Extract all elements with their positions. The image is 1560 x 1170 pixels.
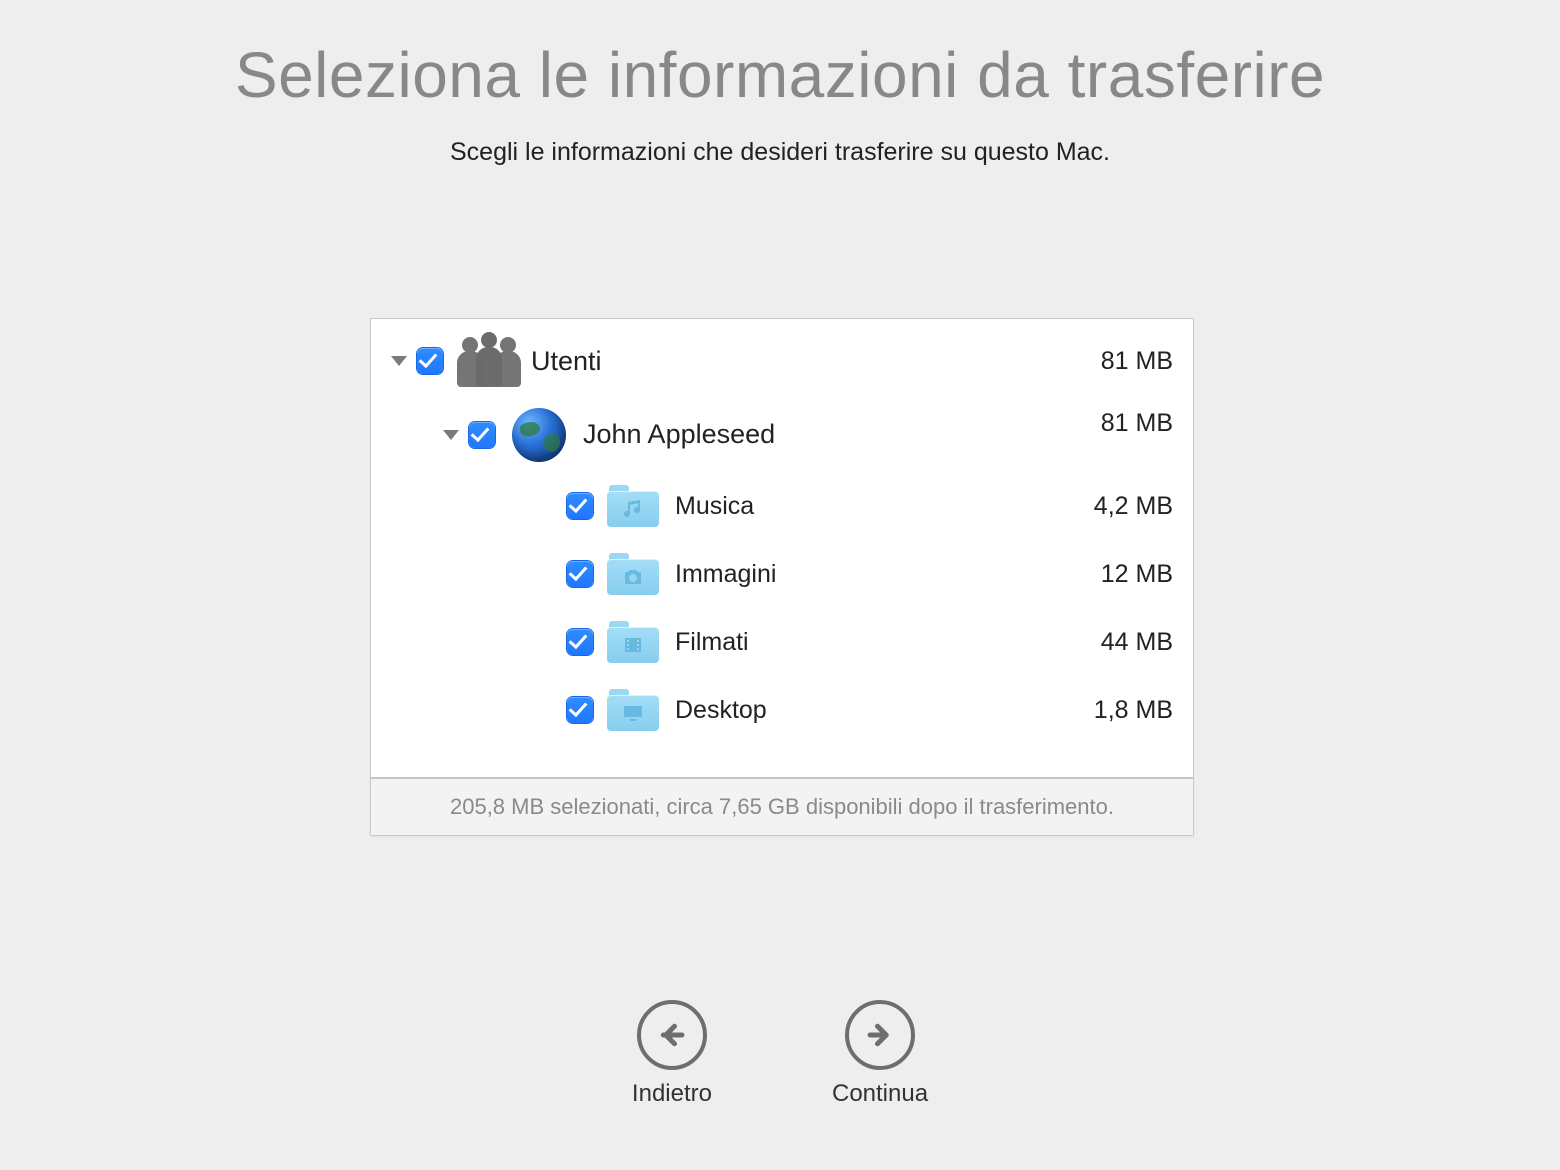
tree-label: Utenti: [531, 346, 1101, 377]
checkbox-item[interactable]: [567, 697, 593, 723]
transfer-panel: Utenti 81 MB John Appleseed 81 MB: [370, 318, 1194, 836]
tree-row-users[interactable]: Utenti 81 MB: [371, 319, 1193, 397]
tree-label: John Appleseed: [583, 419, 1101, 450]
folder-movies-icon: [607, 621, 659, 663]
continue-button-label: Continua: [832, 1080, 928, 1108]
tree-row-user[interactable]: John Appleseed 81 MB: [371, 397, 1193, 472]
checkbox-item[interactable]: [567, 629, 593, 655]
arrow-right-icon: [845, 1000, 915, 1070]
tree-row-item[interactable]: Musica 4,2 MB: [371, 472, 1193, 540]
tree-label: Immagini: [675, 560, 1101, 589]
disclosure-triangle-icon[interactable]: [443, 430, 459, 440]
tree-row-item[interactable]: Immagini 12 MB: [371, 540, 1193, 608]
continue-button[interactable]: Continua: [832, 1000, 928, 1108]
folder-desktop-icon: [607, 689, 659, 731]
checkbox-item[interactable]: [567, 493, 593, 519]
checkbox-user[interactable]: [469, 422, 495, 448]
tree-size: 81 MB: [1101, 409, 1173, 438]
globe-avatar-icon: [509, 405, 569, 465]
tree-size: 1,8 MB: [1094, 696, 1173, 725]
selection-status-text: 205,8 MB selezionati, circa 7,65 GB disp…: [450, 794, 1114, 820]
folder-photos-icon: [607, 553, 659, 595]
tree-label: Desktop: [675, 696, 1094, 725]
back-button[interactable]: Indietro: [632, 1000, 712, 1108]
tree-row-item[interactable]: Desktop 1,8 MB: [371, 676, 1193, 744]
selection-status-bar: 205,8 MB selezionati, circa 7,65 GB disp…: [371, 777, 1193, 835]
tree-label: Filmati: [675, 628, 1101, 657]
tree-size: 4,2 MB: [1094, 492, 1173, 521]
nav-buttons: Indietro Continua: [0, 1000, 1560, 1108]
tree-label: Musica: [675, 492, 1094, 521]
folder-music-icon: [607, 485, 659, 527]
tree-size: 81 MB: [1101, 347, 1173, 376]
arrow-left-icon: [637, 1000, 707, 1070]
back-button-label: Indietro: [632, 1080, 712, 1108]
checkbox-item[interactable]: [567, 561, 593, 587]
disclosure-triangle-icon[interactable]: [391, 356, 407, 366]
users-group-icon: [457, 331, 517, 391]
tree-size: 12 MB: [1101, 560, 1173, 589]
transfer-tree[interactable]: Utenti 81 MB John Appleseed 81 MB: [371, 319, 1193, 777]
page-subtitle: Scegli le informazioni che desideri tras…: [0, 138, 1560, 167]
page-title: Seleziona le informazioni da trasferire: [0, 0, 1560, 112]
checkbox-users[interactable]: [417, 348, 443, 374]
tree-row-item[interactable]: Filmati 44 MB: [371, 608, 1193, 676]
tree-size: 44 MB: [1101, 628, 1173, 657]
